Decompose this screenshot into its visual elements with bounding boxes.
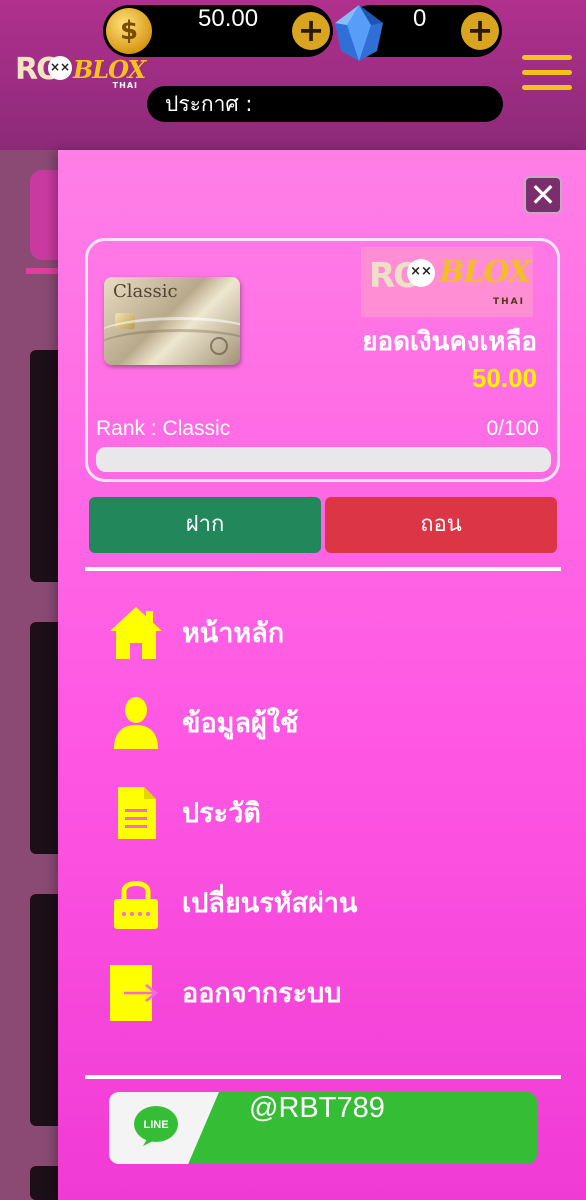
hamburger-menu-icon[interactable] [522,55,572,90]
document-icon [118,787,156,839]
balance-value: 50.00 [471,363,537,393]
user-icon [114,697,158,749]
logout-icon [110,965,159,1021]
logo-thai-text: THAI [112,81,138,90]
menu-item-label: ประวัติ [182,798,261,829]
balance-card: Classic RO ×× BLOX THAI ยอดเงินคงเหลือ 5… [85,238,560,482]
close-drawer-button[interactable]: ✕ [524,176,562,214]
rank-progress-bar [96,447,551,472]
line-contact-button[interactable]: LINE @RBT789 [109,1092,537,1164]
card-logo-thai-text: THAI [493,297,525,307]
line-logo-icon: LINE [134,1106,178,1146]
menu-item-history[interactable]: ประวัติ [108,777,528,847]
gem-balance-pill: 0 + [335,5,502,61]
logo-blox-text: BLOX [73,55,146,84]
money-balance-pill: $ 50.00 + [103,5,333,57]
menu-item-label: ข้อมูลผู้ใช้ [182,708,299,739]
menu-item-home[interactable]: หน้าหลัก [108,597,528,667]
divider [85,567,561,571]
menu-item-label: เปลี่ยนรหัสผ่าน [182,888,358,919]
logo-face-icon: ×× [48,56,72,80]
gem-icon [335,5,383,61]
card-logo-blox-text: BLOX [439,255,531,290]
lock-icon [114,881,158,929]
withdraw-button[interactable]: ถอน [325,497,557,553]
member-card-image: Classic [104,277,240,365]
card-brand-logo: RO ×× BLOX THAI [361,247,533,317]
member-card-name: Classic [113,281,178,302]
menu-item-logout[interactable]: ออกจากระบบ [108,957,528,1027]
add-money-button[interactable]: + [292,12,330,50]
menu-item-label: หน้าหลัก [182,618,285,649]
menu-item-profile[interactable]: ข้อมูลผู้ใช้ [108,687,528,757]
side-drawer: ✕ Classic RO ×× BLOX THAI ยอดเงินคงเหลือ… [58,150,586,1200]
menu-item-label: ออกจากระบบ [182,978,342,1009]
card-brand-icon [210,337,228,355]
rank-progress-text: 0/100 [486,417,539,440]
money-balance-value: 50.00 [198,5,259,32]
home-icon [110,607,162,659]
deposit-button[interactable]: ฝาก [89,497,321,553]
announcement-bar: ประกาศ : [147,86,503,122]
rank-label: Rank : Classic [96,417,231,440]
brand-logo[interactable]: RO ×× BLOX THAI [15,52,146,92]
divider [85,1075,561,1079]
balance-label: ยอดเงินคงเหลือ [362,327,537,357]
top-bar: RO ×× BLOX THAI $ 50.00 + 0 + ประกาศ : [0,0,586,150]
line-id-text: @RBT789 [249,1092,385,1124]
coin-icon: $ [106,8,152,54]
gem-balance-value: 0 [413,5,427,32]
card-logo-face-icon: ×× [407,259,435,287]
menu-item-change-password[interactable]: เปลี่ยนรหัสผ่าน [108,867,528,937]
add-gem-button[interactable]: + [461,12,499,50]
svg-text:LINE: LINE [143,1119,168,1131]
